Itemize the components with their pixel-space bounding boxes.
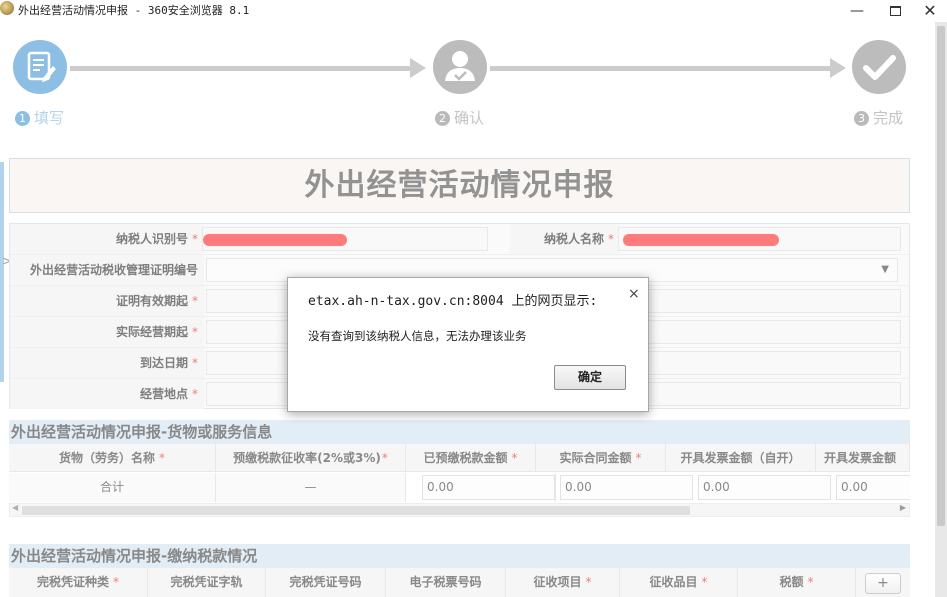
alert-dialog: etax.ah-n-tax.gov.cn:8004 上的网页显示: × 没有查询… bbox=[287, 277, 649, 412]
window-title: 外出经营活动情况申报 - 360安全浏览器 8.1 bbox=[18, 4, 250, 17]
ok-button[interactable]: 确定 bbox=[554, 365, 626, 390]
dialog-message: 没有查询到该纳税人信息，无法办理该业务 bbox=[308, 329, 527, 343]
minimize-button[interactable]: — bbox=[843, 2, 871, 20]
dialog-title: etax.ah-n-tax.gov.cn:8004 上的网页显示: bbox=[308, 294, 598, 309]
dialog-close-button[interactable]: × bbox=[628, 286, 640, 302]
window-titlebar: 外出经营活动情况申报 - 360安全浏览器 8.1 — ✕ bbox=[0, 0, 947, 22]
browser-logo-icon bbox=[0, 1, 14, 15]
scroll-thumb[interactable] bbox=[937, 26, 945, 526]
page-vscrollbar[interactable] bbox=[935, 22, 947, 597]
maximize-icon bbox=[889, 6, 901, 16]
maximize-button[interactable] bbox=[881, 2, 909, 20]
close-window-button[interactable]: ✕ bbox=[916, 2, 944, 20]
